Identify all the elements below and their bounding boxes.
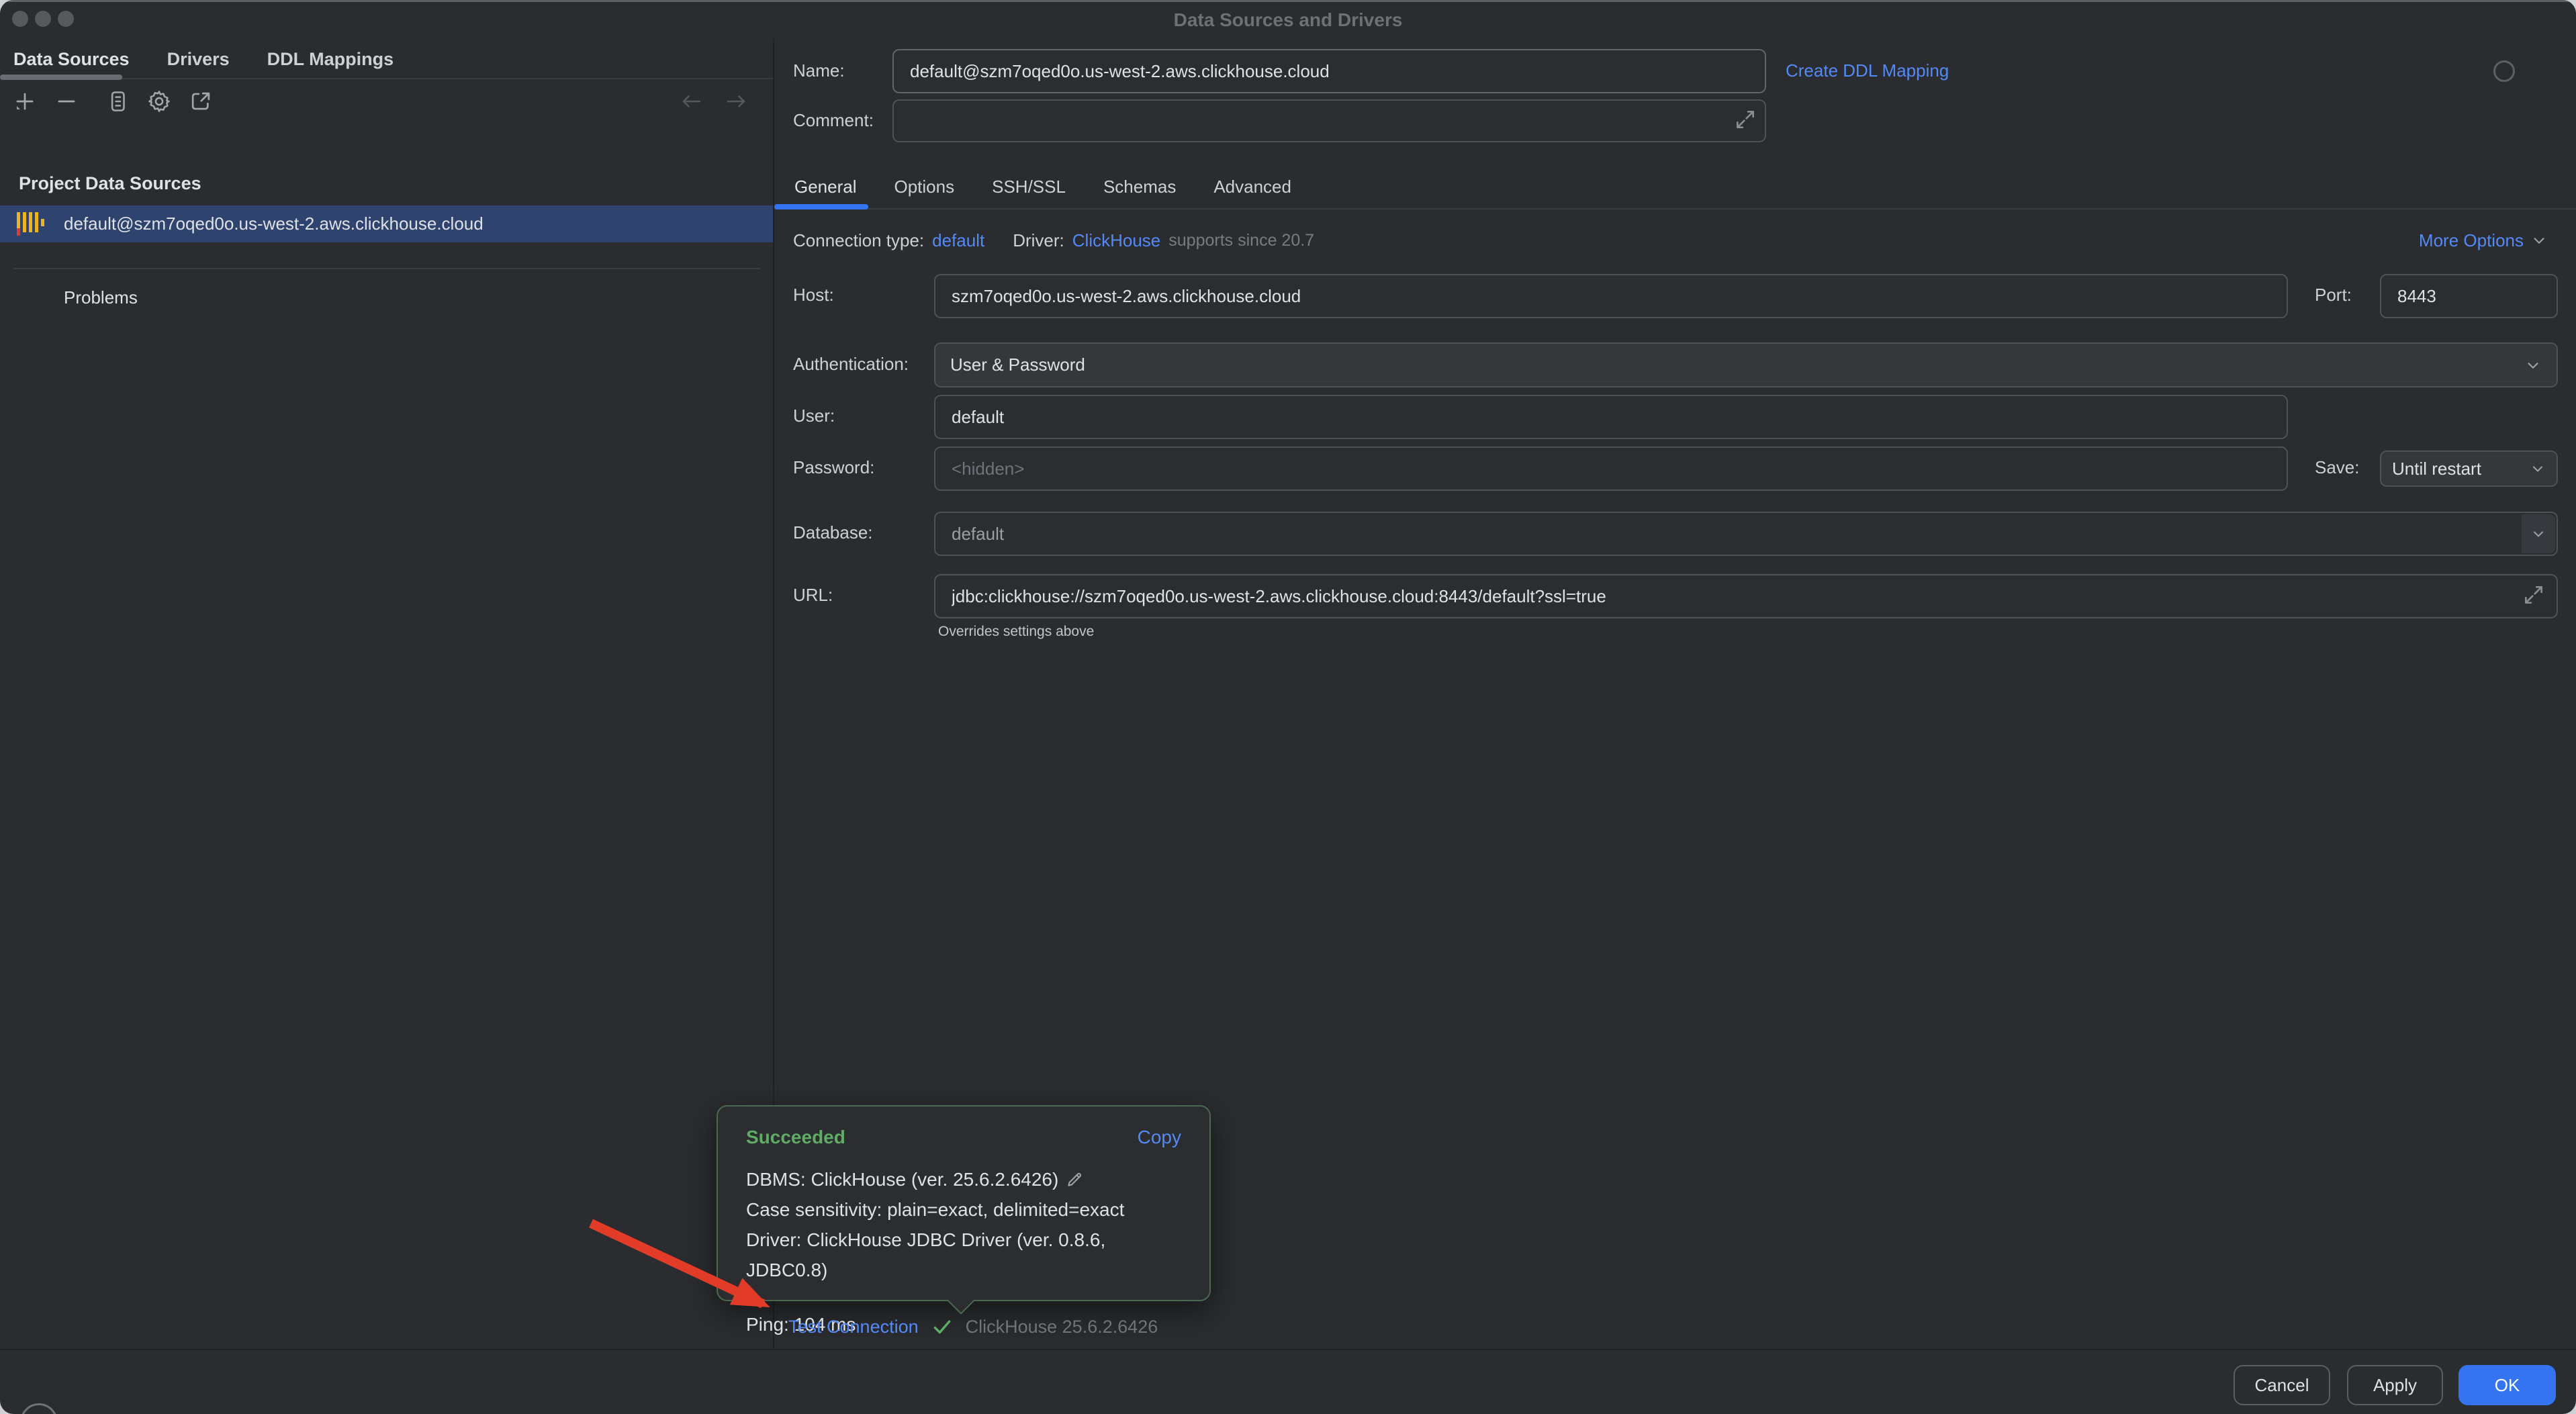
- data-source-name: default@szm7oqed0o.us-west-2.aws.clickho…: [64, 214, 484, 234]
- problems-node[interactable]: Problems: [64, 287, 138, 308]
- add-icon[interactable]: [12, 89, 38, 114]
- chevron-down-icon: [2530, 232, 2548, 249]
- left-panel: Data Sources Drivers DDL Mappings: [0, 39, 773, 1349]
- apply-button[interactable]: Apply: [2347, 1365, 2443, 1405]
- more-options-button[interactable]: More Options: [2419, 227, 2548, 254]
- tab-options[interactable]: Options: [894, 177, 955, 197]
- user-input[interactable]: [934, 395, 2288, 439]
- data-sources-and-drivers-dialog: Data Sources and Drivers Data Sources Dr…: [0, 0, 2576, 1414]
- test-connection-link[interactable]: Test Connection: [788, 1317, 919, 1337]
- save-select[interactable]: Until restart: [2380, 451, 2558, 487]
- driver-value[interactable]: ClickHouse: [1072, 230, 1161, 251]
- test-connection-row: Test Connection ClickHouse 25.6.2.6426: [788, 1309, 1158, 1344]
- clickhouse-icon: [17, 212, 48, 236]
- database-label: Database:: [793, 522, 873, 543]
- open-in-new-icon[interactable]: [188, 89, 214, 114]
- password-label: Password:: [793, 457, 874, 478]
- save-label: Save:: [2315, 457, 2360, 478]
- settings-gear-icon[interactable]: [146, 89, 172, 114]
- database-dropdown-button[interactable]: [2522, 514, 2555, 553]
- chevron-down-icon: [2524, 357, 2542, 374]
- tree-divider: [13, 268, 760, 269]
- left-toolbar: [12, 83, 761, 120]
- project-data-sources-heading: Project Data Sources: [19, 173, 201, 194]
- driver-note: supports since 20.7: [1168, 231, 1314, 250]
- tab-data-sources-label: Data Sources: [13, 49, 130, 70]
- dbms-line: DBMS: ClickHouse (ver. 25.6.2.6426): [746, 1164, 1058, 1194]
- test-connection-result-popup: Succeeded Copy DBMS: ClickHouse (ver. 25…: [717, 1105, 1211, 1301]
- back-icon[interactable]: [679, 89, 704, 114]
- data-source-list-item-selected[interactable]: default@szm7oqed0o.us-west-2.aws.clickho…: [0, 205, 773, 242]
- footer-divider: [0, 1349, 2576, 1350]
- url-input[interactable]: [934, 574, 2558, 618]
- chevron-down-icon: [2530, 526, 2546, 542]
- authentication-select[interactable]: User & Password: [934, 342, 2558, 387]
- edit-pencil-icon[interactable]: [1064, 1169, 1085, 1190]
- active-form-tab-underline: [774, 204, 868, 209]
- status-succeeded: Succeeded: [746, 1127, 845, 1148]
- tab-general[interactable]: General: [794, 177, 857, 197]
- cancel-button[interactable]: Cancel: [2234, 1365, 2330, 1405]
- connection-type-value[interactable]: default: [932, 230, 984, 251]
- remove-icon[interactable]: [54, 89, 79, 114]
- comment-expand-icon[interactable]: [1732, 106, 1759, 133]
- chevron-down-icon: [2530, 461, 2546, 477]
- tab-drivers[interactable]: Drivers: [167, 40, 230, 79]
- check-icon: [931, 1315, 954, 1338]
- forward-icon[interactable]: [723, 89, 749, 114]
- duplicate-icon[interactable]: [105, 89, 130, 114]
- test-result-text: ClickHouse 25.6.2.6426: [966, 1317, 1158, 1337]
- user-label: User:: [793, 406, 835, 426]
- save-value: Until restart: [2392, 459, 2481, 479]
- help-question-mark: ?: [33, 1410, 45, 1414]
- authentication-label: Authentication:: [793, 354, 909, 375]
- form-tab-strip: General Options SSH/SSL Schemas Advanced: [774, 165, 2576, 209]
- url-note: Overrides settings above: [938, 624, 1094, 640]
- name-label: Name:: [793, 60, 845, 81]
- active-tab-underline: [0, 75, 122, 80]
- database-input[interactable]: [934, 512, 2558, 556]
- comment-input[interactable]: [892, 99, 1766, 142]
- host-input[interactable]: [934, 274, 2288, 318]
- help-icon[interactable]: ?: [20, 1403, 58, 1414]
- tab-drivers-label: Drivers: [167, 49, 230, 70]
- create-ddl-mapping-link[interactable]: Create DDL Mapping: [1786, 60, 1949, 81]
- copy-link[interactable]: Copy: [1138, 1127, 1181, 1148]
- driver-line: Driver: ClickHouse JDBC Driver (ver. 0.8…: [746, 1225, 1181, 1285]
- tab-ddl-mappings-label: DDL Mappings: [267, 49, 394, 70]
- port-label: Port:: [2315, 285, 2352, 305]
- port-input[interactable]: [2380, 274, 2558, 318]
- connection-type-row: Connection type: default Driver: ClickHo…: [793, 227, 1314, 254]
- case-sensitivity-line: Case sensitivity: plain=exact, delimited…: [746, 1194, 1181, 1225]
- name-input[interactable]: [892, 49, 1766, 93]
- more-options-label: More Options: [2419, 230, 2524, 251]
- connection-type-label: Connection type:: [793, 230, 924, 251]
- ok-button[interactable]: OK: [2458, 1365, 2556, 1405]
- name-status-ring-icon: [2493, 60, 2515, 82]
- comment-label: Comment:: [793, 110, 874, 131]
- tab-schemas[interactable]: Schemas: [1103, 177, 1176, 197]
- left-tab-strip: Data Sources Drivers DDL Mappings: [0, 40, 773, 79]
- host-label: Host:: [793, 285, 834, 305]
- tab-ssh-ssl[interactable]: SSH/SSL: [992, 177, 1066, 197]
- history-nav: [679, 89, 749, 114]
- authentication-value: User & Password: [950, 355, 1085, 375]
- tab-data-sources[interactable]: Data Sources: [13, 40, 130, 79]
- url-expand-icon[interactable]: [2520, 581, 2547, 608]
- tab-ddl-mappings[interactable]: DDL Mappings: [267, 40, 394, 79]
- password-input[interactable]: [934, 446, 2288, 491]
- url-label: URL:: [793, 585, 833, 606]
- driver-label: Driver:: [1013, 230, 1064, 251]
- tab-advanced[interactable]: Advanced: [1213, 177, 1291, 197]
